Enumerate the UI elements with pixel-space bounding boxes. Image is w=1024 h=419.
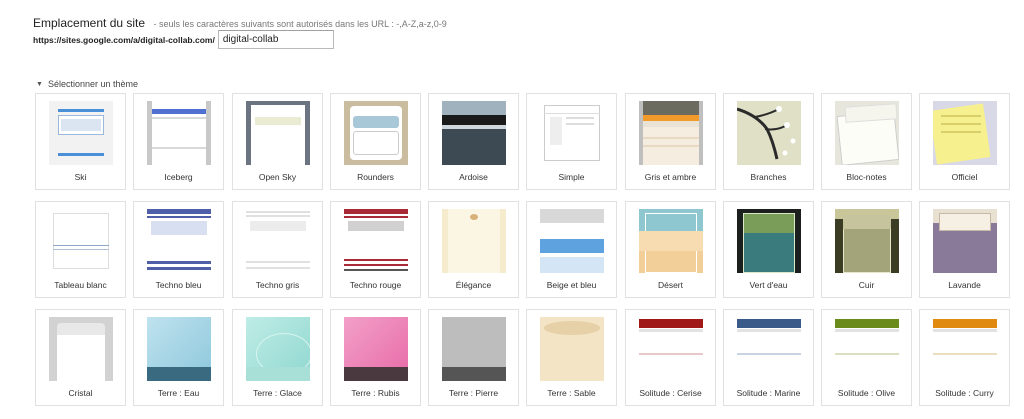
theme-tile-ardoise[interactable]: Ardoise (428, 93, 519, 190)
theme-tile-techno-bleu[interactable]: Techno bleu (133, 201, 224, 298)
theme-tile-techno-rouge[interactable]: Techno rouge (330, 201, 421, 298)
theme-tile-gris-et-ambre[interactable]: Gris et ambre (625, 93, 716, 190)
theme-name: Ski (74, 172, 87, 182)
theme-thumbnail-cristal (49, 317, 113, 381)
theme-thumbnail-terre-rubis (344, 317, 408, 381)
theme-name: Officiel (951, 172, 978, 182)
theme-name: Terre : Glace (253, 388, 302, 398)
theme-tile-solitude-curry[interactable]: Solitude : Curry (919, 309, 1010, 406)
theme-name: Gris et ambre (644, 172, 697, 182)
theme-thumbnail-solitude-marine (737, 317, 801, 381)
theme-thumbnail-terre-eau (147, 317, 211, 381)
theme-name: Tableau blanc (54, 280, 107, 290)
theme-thumbnail-beige-et-bleu (540, 209, 604, 273)
theme-name: Solitude : Curry (935, 388, 994, 398)
theme-name: Rounders (357, 172, 394, 182)
theme-tile-bloc-notes[interactable]: Bloc-notes (821, 93, 912, 190)
theme-tile-solitude-olive[interactable]: Solitude : Olive (821, 309, 912, 406)
theme-thumbnail-ardoise (442, 101, 506, 165)
theme-tile-desert[interactable]: Désert (625, 201, 716, 298)
theme-tile-terre-rubis[interactable]: Terre : Rubis (330, 309, 421, 406)
theme-thumbnail-desert (639, 209, 703, 273)
theme-name: Ardoise (459, 172, 488, 182)
theme-tile-terre-sable[interactable]: Terre : Sable (526, 309, 617, 406)
theme-name: Lavande (948, 280, 981, 290)
theme-tile-beige-et-bleu[interactable]: Beige et bleu (526, 201, 617, 298)
theme-name: Vert d'eau (749, 280, 788, 290)
theme-name: Techno bleu (155, 280, 202, 290)
theme-tile-simple[interactable]: Simple (526, 93, 617, 190)
theme-thumbnail-rounders (344, 101, 408, 165)
theme-tile-lavande[interactable]: Lavande (919, 201, 1010, 298)
theme-name: Cuir (858, 280, 875, 290)
theme-name: Bloc-notes (846, 172, 887, 182)
theme-thumbnail-gris-et-ambre (639, 101, 703, 165)
theme-thumbnail-officiel (933, 101, 997, 165)
theme-thumbnail-techno-gris (246, 209, 310, 273)
theme-tile-solitude-marine[interactable]: Solitude : Marine (723, 309, 814, 406)
theme-tile-cristal[interactable]: Cristal (35, 309, 126, 406)
theme-tile-terre-eau[interactable]: Terre : Eau (133, 309, 224, 406)
theme-thumbnail-techno-rouge (344, 209, 408, 273)
site-name-input[interactable] (217, 30, 334, 49)
theme-tile-vert-deau[interactable]: Vert d'eau (723, 201, 814, 298)
site-location-hint: - seuls les caractères suivants sont aut… (153, 19, 447, 29)
theme-name: Solitude : Marine (736, 388, 801, 398)
theme-name: Simple (558, 172, 585, 182)
theme-tile-branches[interactable]: Branches (723, 93, 814, 190)
theme-thumbnail-elegance (442, 209, 506, 273)
theme-thumbnail-vert-deau (737, 209, 801, 273)
theme-thumbnail-simple (540, 101, 604, 165)
theme-tile-cuir[interactable]: Cuir (821, 201, 912, 298)
theme-name: Désert (657, 280, 684, 290)
theme-tile-open-sky[interactable]: Open Sky (232, 93, 323, 190)
theme-name: Terre : Rubis (351, 388, 400, 398)
theme-thumbnail-solitude-cerise (639, 317, 703, 381)
theme-tile-iceberg[interactable]: Iceberg (133, 93, 224, 190)
theme-name: Branches (750, 172, 787, 182)
theme-thumbnail-terre-pierre (442, 317, 506, 381)
theme-thumbnail-terre-sable (540, 317, 604, 381)
theme-tile-solitude-cerise[interactable]: Solitude : Cerise (625, 309, 716, 406)
theme-name: Open Sky (258, 172, 297, 182)
theme-name: Terre : Sable (547, 388, 596, 398)
theme-tile-rounders[interactable]: Rounders (330, 93, 421, 190)
theme-thumbnail-lavande (933, 209, 997, 273)
theme-tile-terre-pierre[interactable]: Terre : Pierre (428, 309, 519, 406)
theme-thumbnail-solitude-curry (933, 317, 997, 381)
theme-thumbnail-bloc-notes (835, 101, 899, 165)
url-row: https://sites.google.com/a/digital-colla… (33, 30, 334, 49)
theme-thumbnail-ski (49, 101, 113, 165)
theme-name: Élégance (455, 280, 492, 290)
theme-tile-tableau-blanc[interactable]: Tableau blanc (35, 201, 126, 298)
theme-thumbnail-terre-glace (246, 317, 310, 381)
theme-thumbnail-open-sky (246, 101, 310, 165)
theme-tile-ski[interactable]: Ski (35, 93, 126, 190)
theme-name: Techno gris (255, 280, 300, 290)
triangle-down-icon: ▼ (36, 80, 43, 88)
theme-name: Terre : Eau (157, 388, 200, 398)
theme-tile-elegance[interactable]: Élégance (428, 201, 519, 298)
theme-name: Solitude : Olive (837, 388, 896, 398)
theme-thumbnail-tableau-blanc (49, 209, 113, 273)
theme-thumbnail-solitude-olive (835, 317, 899, 381)
url-prefix: https://sites.google.com/a/digital-colla… (33, 34, 215, 45)
theme-thumbnail-techno-bleu (147, 209, 211, 273)
theme-section-heading: Sélectionner un thème (47, 79, 138, 89)
theme-tile-terre-glace[interactable]: Terre : Glace (232, 309, 323, 406)
site-location-label: Emplacement du site (33, 16, 146, 30)
theme-section-toggle[interactable]: ▼ Sélectionner un thème (36, 79, 138, 89)
theme-name: Cristal (68, 388, 93, 398)
theme-name: Techno rouge (349, 280, 402, 290)
theme-thumbnail-cuir (835, 209, 899, 273)
theme-tile-techno-gris[interactable]: Techno gris (232, 201, 323, 298)
theme-name: Beige et bleu (546, 280, 597, 290)
theme-thumbnail-branches (737, 101, 801, 165)
theme-thumbnail-iceberg (147, 101, 211, 165)
theme-name: Solitude : Cerise (639, 388, 702, 398)
theme-name: Iceberg (164, 172, 193, 182)
theme-name: Terre : Pierre (448, 388, 499, 398)
theme-tile-officiel[interactable]: Officiel (919, 93, 1010, 190)
